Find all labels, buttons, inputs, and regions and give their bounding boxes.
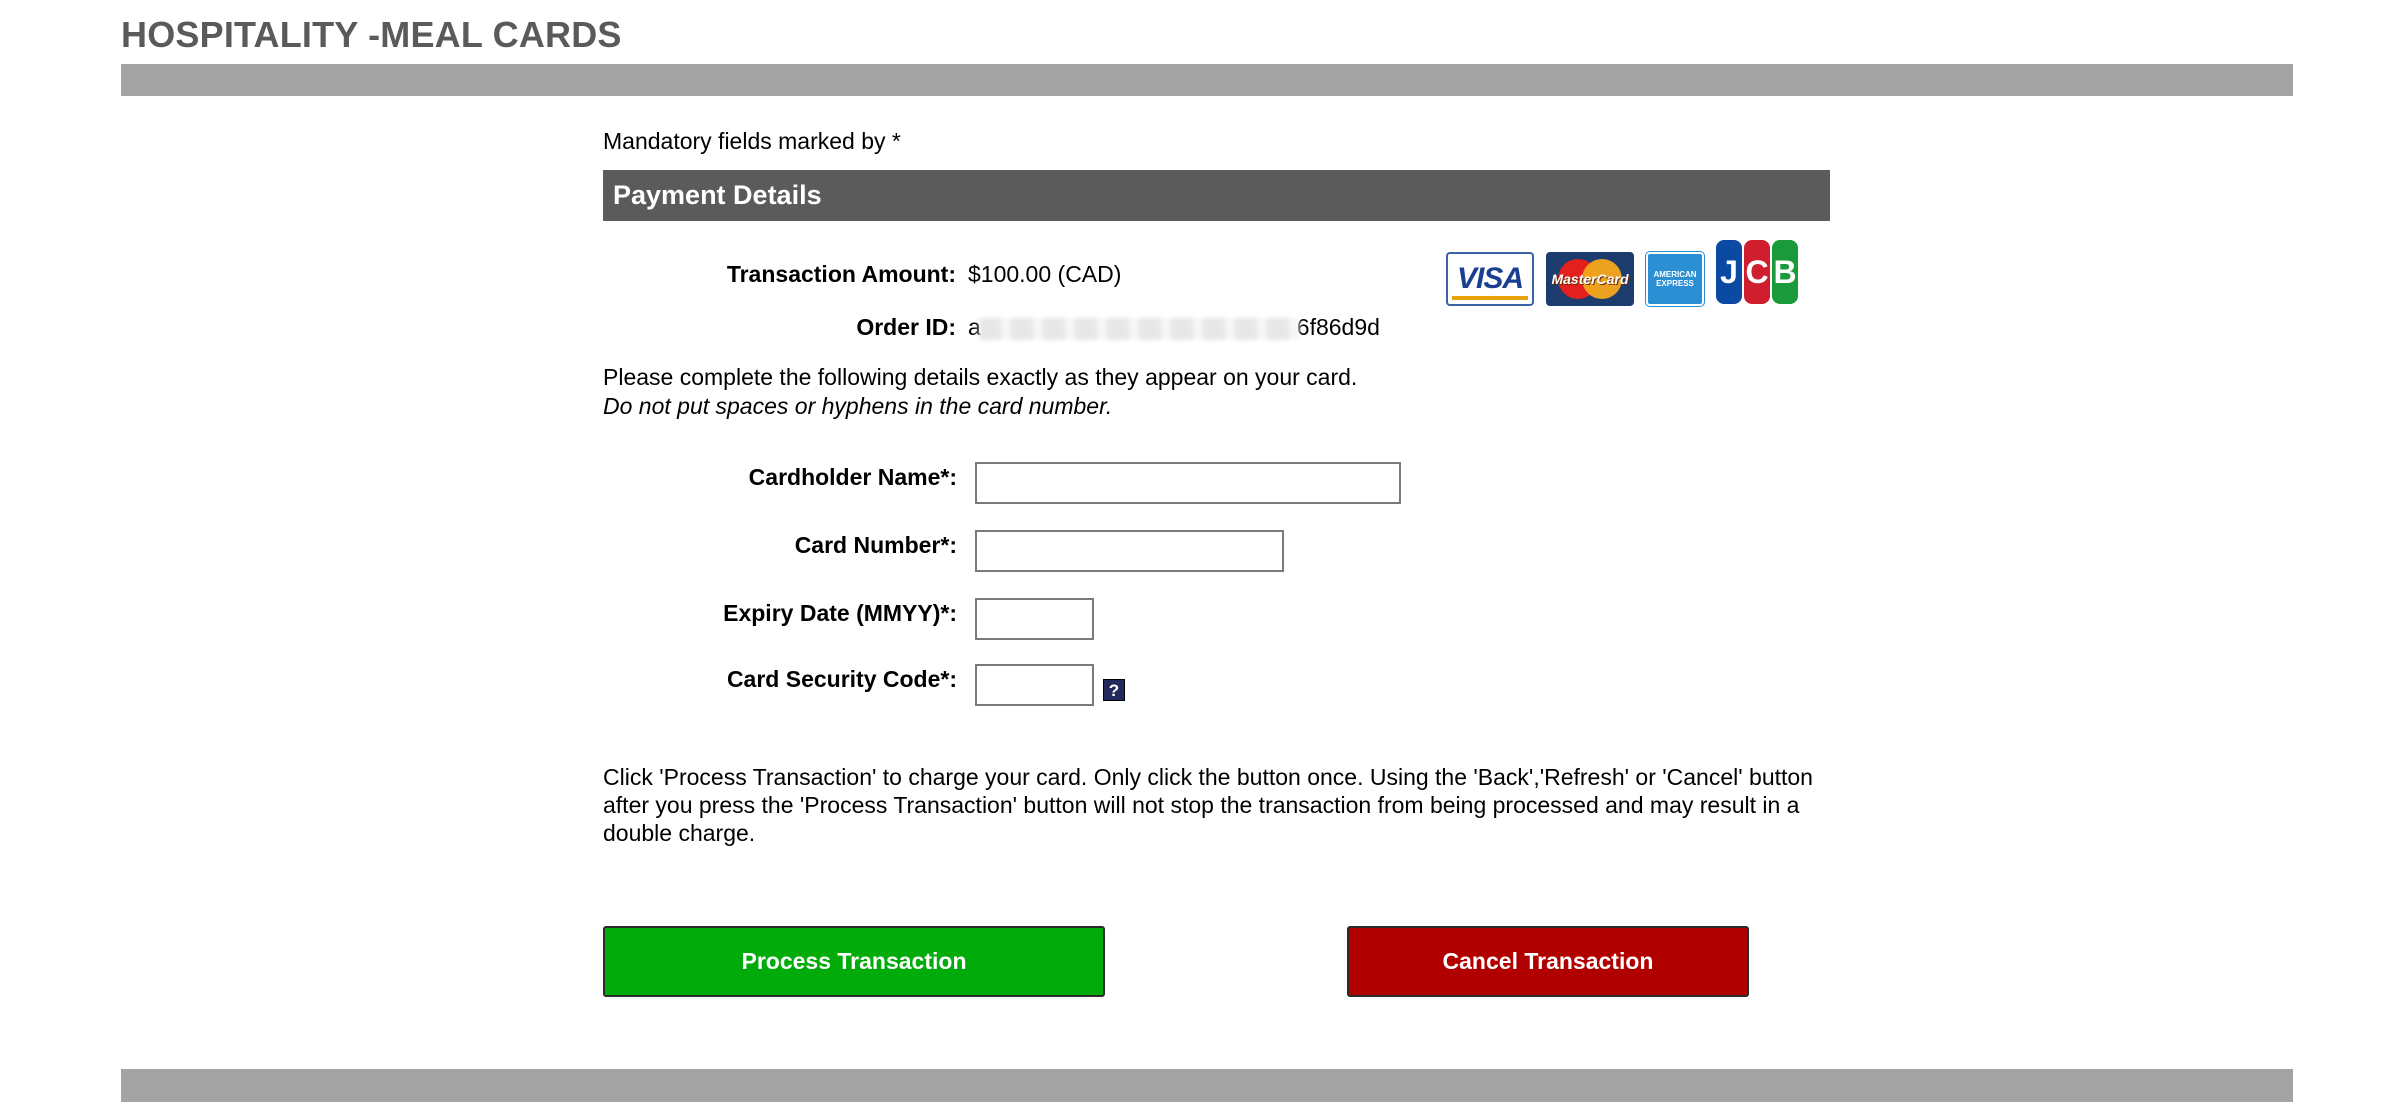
jcb-logo: J C B — [1716, 240, 1798, 304]
section-header-payment-details: Payment Details — [603, 170, 1830, 221]
jcb-c-segment: C — [1744, 240, 1770, 304]
card-instructions: Please complete the following details ex… — [603, 363, 1357, 421]
mandatory-note: Mandatory fields marked by * — [603, 128, 901, 154]
payment-page: HOSPITALITY -MEAL CARDS Mandatory fields… — [0, 0, 2400, 1102]
cardholder-name-row: Cardholder Name*: — [603, 462, 1830, 507]
jcb-b-segment: B — [1772, 240, 1798, 304]
order-id-redacted — [978, 317, 1299, 340]
card-number-input[interactable] — [975, 530, 1284, 572]
mastercard-wordmark: MasterCard — [1551, 271, 1629, 287]
double-charge-notice: Click 'Process Transaction' to charge yo… — [603, 764, 1813, 846]
expiry-date-label: Expiry Date (MMYY)*: — [723, 600, 957, 626]
security-code-label: Card Security Code*: — [726, 666, 957, 692]
help-icon[interactable]: ? — [1103, 679, 1125, 701]
order-id-row: Order ID: a 6f86d9d — [603, 313, 1830, 341]
page-title: HOSPITALITY -MEAL CARDS — [121, 14, 622, 55]
order-id-label: Order ID: — [856, 314, 956, 340]
transaction-amount-label: Transaction Amount: — [726, 261, 956, 287]
jcb-j-segment: J — [1716, 240, 1742, 304]
expiry-date-row: Expiry Date (MMYY)*: — [603, 598, 1830, 643]
security-code-input[interactable] — [975, 664, 1094, 706]
card-number-row: Card Number*: — [603, 530, 1830, 575]
header-divider-bar — [121, 64, 2293, 96]
accepted-cards: VISA MasterCard AMERICAN EXPRESS J C B — [1446, 240, 1798, 314]
expiry-date-input[interactable] — [975, 598, 1094, 640]
card-number-label: Card Number*: — [794, 532, 957, 558]
cardholder-name-input[interactable] — [975, 462, 1401, 504]
cardholder-name-label: Cardholder Name*: — [748, 464, 957, 490]
mastercard-logo: MasterCard — [1546, 252, 1634, 306]
instructions-note: Do not put spaces or hyphens in the card… — [603, 393, 1113, 419]
transaction-amount-value: $100.00 (CAD) — [968, 261, 1122, 287]
security-code-row: Card Security Code*: ? — [603, 664, 1830, 709]
order-id-suffix: 6f86d9d — [1296, 314, 1380, 340]
visa-logo: VISA — [1446, 252, 1534, 306]
order-id-value: a 6f86d9d — [968, 313, 1380, 341]
footer-divider-bar — [121, 1069, 2293, 1102]
instructions-line: Please complete the following details ex… — [603, 364, 1358, 390]
cancel-transaction-button[interactable]: Cancel Transaction — [1347, 926, 1749, 997]
process-transaction-button[interactable]: Process Transaction — [603, 926, 1105, 997]
amex-logo: AMERICAN EXPRESS — [1645, 251, 1705, 307]
